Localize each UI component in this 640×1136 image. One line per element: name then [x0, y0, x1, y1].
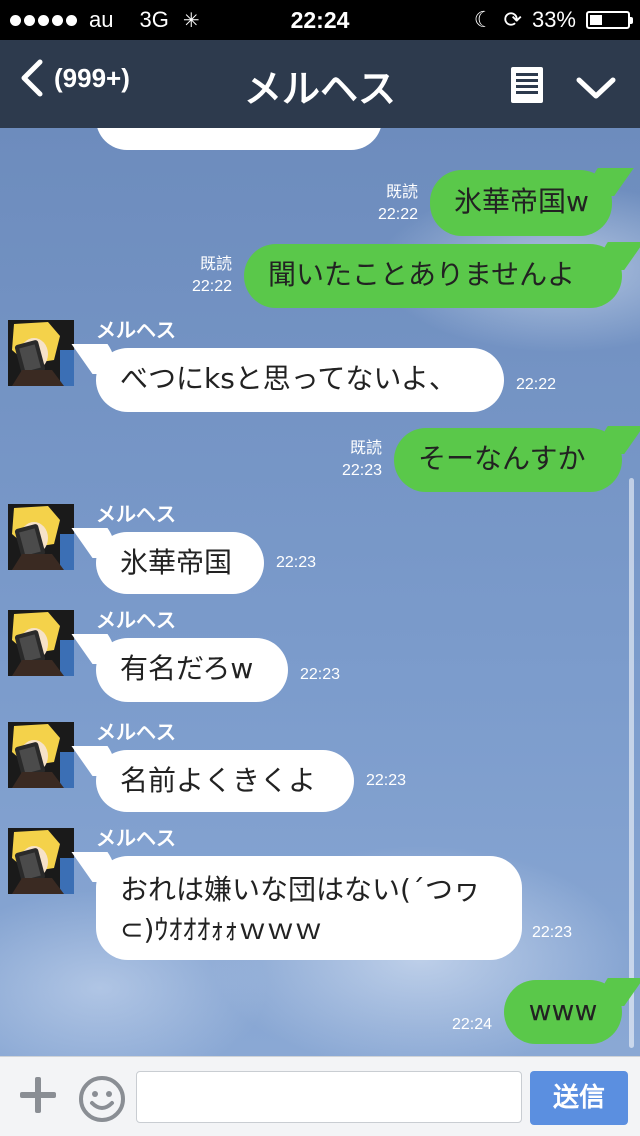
message-bubble[interactable]: 聞いたことありませんよ	[244, 244, 622, 308]
message-text-line: おれは嫌いな団はない(´つヮ	[120, 873, 481, 906]
avatar[interactable]	[8, 828, 74, 894]
message-text: べつにksと思ってないよ、	[120, 362, 457, 395]
send-button[interactable]: 送信	[530, 1071, 628, 1125]
chat-area[interactable]: 既読 22:22 氷華帝国w 既読 22:22 聞いたことありませんよ メルヘス…	[0, 128, 640, 1056]
message-time: 22:22	[516, 376, 557, 393]
status-right: ☾ ⟳ 33%	[473, 7, 633, 33]
message-bubble[interactable]: おれは嫌いな団はない(´つヮ ⊂)ｳｵｵｵｫｫｗｗｗ	[96, 856, 522, 960]
avatar[interactable]	[8, 722, 74, 788]
message-bubble[interactable]: 氷華帝国	[96, 532, 264, 594]
status-bar: au 3G ✳ 22:24 ☾ ⟳ 33%	[0, 0, 640, 40]
message-time: 22:23	[300, 666, 341, 683]
sender-name: メルヘス	[96, 826, 176, 850]
message-text: www	[528, 994, 598, 1027]
plus-icon[interactable]	[18, 1075, 58, 1119]
scrollbar[interactable]	[629, 478, 634, 1048]
message-meta: 既読 22:23	[314, 438, 382, 482]
message-text: 氷華帝国w	[454, 185, 589, 218]
message-time: 22:23	[341, 462, 382, 479]
back-chevron-icon	[21, 59, 43, 97]
message-time: 22:23	[532, 924, 573, 941]
sender-name: メルヘス	[96, 608, 176, 632]
input-bar: 送信	[0, 1056, 640, 1136]
message-text: 氷華帝国	[120, 546, 233, 579]
message-text: 聞いたことありませんよ	[268, 258, 576, 291]
read-receipt: 既読	[199, 256, 232, 273]
message-text: 名前よくきくよ	[120, 764, 317, 797]
smiley-icon[interactable]	[78, 1075, 126, 1127]
message-text: そーなんすか	[418, 442, 586, 475]
message-meta: 既読 22:22	[164, 254, 232, 298]
back-button[interactable]: (999+)	[18, 58, 130, 98]
avatar[interactable]	[8, 504, 74, 570]
message-meta: 既読 22:22	[350, 182, 418, 226]
message-input[interactable]	[136, 1071, 522, 1123]
battery-percent: 33%	[531, 7, 576, 32]
sender-name: メルヘス	[96, 720, 176, 744]
message-bubble[interactable]: べつにksと思ってないよ、	[96, 348, 504, 412]
message-time: 22:24	[451, 1016, 492, 1033]
menu-list-icon[interactable]	[510, 66, 544, 108]
chat-header: (999+) メルヘス	[0, 40, 640, 128]
unread-count: (999+)	[54, 62, 130, 93]
read-receipt: 既読	[349, 440, 382, 457]
message-bubble[interactable]	[96, 128, 382, 150]
chevron-down-icon[interactable]	[576, 76, 616, 104]
message-bubble[interactable]: 氷華帝国w	[430, 170, 612, 236]
avatar[interactable]	[8, 320, 74, 386]
avatar[interactable]	[8, 610, 74, 676]
sender-name: メルヘス	[96, 502, 176, 526]
read-receipt: 既読	[385, 184, 418, 201]
moon-icon: ☾	[473, 7, 494, 32]
message-time: 22:23	[366, 772, 407, 789]
message-bubble[interactable]: そーなんすか	[394, 428, 622, 492]
battery-icon	[586, 11, 633, 29]
message-bubble[interactable]: www	[504, 980, 622, 1044]
message-time: 22:23	[276, 554, 317, 571]
message-text: 有名だろw	[120, 652, 254, 685]
message-time: 22:22	[191, 278, 232, 295]
message-text-line: ⊂)ｳｵｵｵｫｫｗｗｗ	[120, 913, 323, 946]
message-bubble[interactable]: 名前よくきくよ	[96, 750, 354, 812]
rotation-lock-icon: ⟳	[503, 7, 522, 32]
sender-name: メルヘス	[96, 318, 176, 342]
message-bubble[interactable]: 有名だろw	[96, 638, 288, 702]
message-time: 22:22	[377, 206, 418, 223]
